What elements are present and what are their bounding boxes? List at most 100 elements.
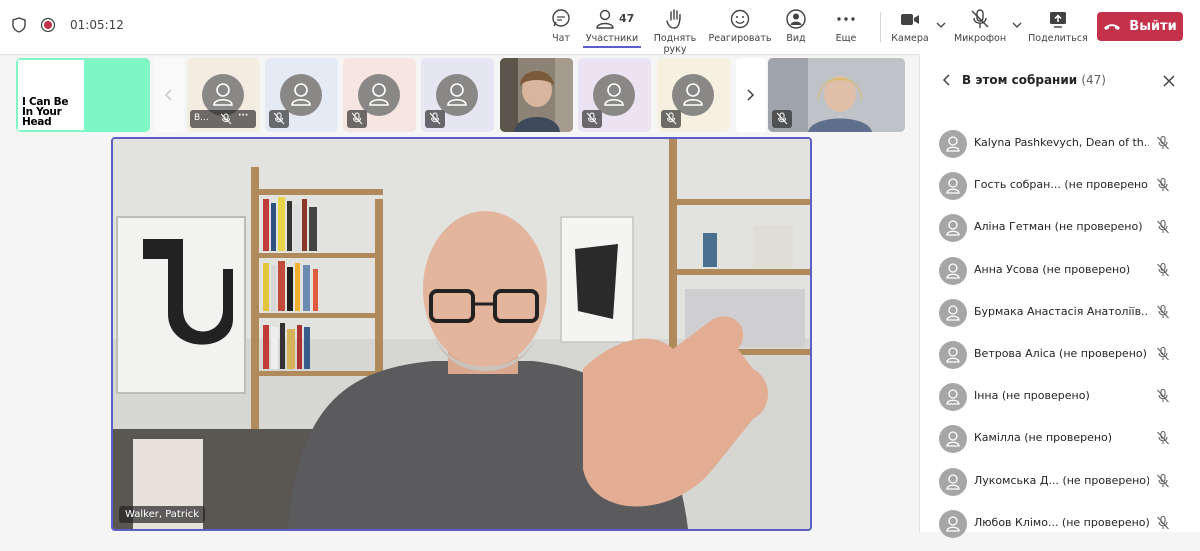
avatar xyxy=(939,340,967,369)
avatar xyxy=(939,383,967,412)
avatar xyxy=(939,298,967,327)
participant-row[interactable]: Kalyna Pashkevych, Dean of th... xyxy=(920,129,1200,171)
participant-name: Лукомська Д... (не проверено) xyxy=(974,473,1149,487)
react-label: Реагировать xyxy=(708,33,772,44)
participant-row[interactable]: Бурмака Анастасія Анатоліїв... xyxy=(920,298,1200,340)
view-icon xyxy=(786,9,806,29)
person-icon xyxy=(946,516,960,532)
main-speaker-video[interactable]: Walker, Patrick xyxy=(111,137,812,531)
participants-label: Участники xyxy=(585,33,639,44)
avatar xyxy=(939,425,967,454)
participant-name: Kalyna Pashkevych, Dean of th... xyxy=(974,136,1149,149)
speaker-name-tag: Walker, Patrick xyxy=(119,506,206,523)
mic-button[interactable]: Микрофон xyxy=(950,8,1010,44)
mic-label: Микрофон xyxy=(953,33,1007,44)
chevron-left-icon xyxy=(164,89,172,101)
camera-label: Камера xyxy=(891,33,929,44)
person-icon xyxy=(946,178,960,194)
smile-icon xyxy=(730,9,750,29)
mic-off-icon xyxy=(1157,304,1169,319)
mic-off-icon xyxy=(1157,135,1169,150)
person-icon xyxy=(946,431,960,447)
recording-icon xyxy=(40,17,56,33)
participant-name: Анна Усова (не проверено) xyxy=(974,262,1131,276)
share-label: Поделиться xyxy=(1028,33,1088,44)
person-icon xyxy=(946,389,960,405)
participant-tile[interactable] xyxy=(657,58,730,132)
leave-button[interactable]: Выйти xyxy=(1097,12,1183,41)
shared-slide: I Can Be In Your Head xyxy=(18,60,84,130)
call-timer: 01:05:12 xyxy=(70,18,124,32)
avatar xyxy=(939,256,967,285)
participants-panel: В этом собрании (47) Kalyna Pashkevych, … xyxy=(919,54,1200,538)
participant-tile[interactable] xyxy=(343,58,416,132)
camera-options-chevron-icon[interactable] xyxy=(936,20,946,30)
shared-content-tile[interactable]: I Can Be In Your Head xyxy=(16,58,150,132)
meeting-status: 01:05:12 xyxy=(12,17,124,33)
shared-slide-text: I Can Be In Your Head xyxy=(22,97,69,128)
avatar xyxy=(939,467,967,496)
tile-name: В... xyxy=(194,113,209,123)
participant-row[interactable]: Анна Усова (не проверено) xyxy=(920,256,1200,298)
participant-name: Бурмака Анастасія Анатоліїв... xyxy=(974,304,1149,318)
participant-tile[interactable]: В... ··· xyxy=(187,58,260,132)
mic-off-icon xyxy=(351,112,363,125)
mic-off-icon xyxy=(1157,220,1169,234)
person-icon xyxy=(946,473,960,490)
participant-row[interactable]: Лукомська Д... (не проверено) xyxy=(920,467,1200,509)
participants-button[interactable]: 47 Участники xyxy=(583,8,641,48)
mic-off-icon xyxy=(1157,473,1169,487)
mic-off-icon xyxy=(1157,262,1169,276)
participant-video xyxy=(500,58,573,132)
participant-count: 47 xyxy=(619,12,635,25)
mic-off-icon xyxy=(586,112,598,125)
mic-off-icon xyxy=(971,9,989,28)
mic-off-icon xyxy=(220,113,232,125)
person-icon xyxy=(596,9,614,29)
participant-row[interactable]: Ветрова Аліса (не проверено) xyxy=(920,340,1200,382)
muted-badge xyxy=(661,110,681,128)
chat-button[interactable]: Чат xyxy=(531,8,591,44)
avatar xyxy=(939,172,967,201)
panel-header: В этом собрании (47) xyxy=(942,73,1106,87)
participant-video-tile[interactable] xyxy=(768,58,905,132)
participant-video-tile[interactable] xyxy=(500,58,573,132)
participant-row[interactable]: Камілла (не проверено) xyxy=(920,424,1200,466)
participant-tile[interactable] xyxy=(265,58,338,132)
meeting-toolbar: 01:05:12 Чат 47 Участники Поднять руку Р… xyxy=(0,0,1200,55)
leave-label: Выйти xyxy=(1129,19,1177,34)
mic-off-icon xyxy=(776,112,788,125)
person-icon xyxy=(946,136,960,152)
share-screen-icon xyxy=(1050,12,1066,28)
avatar xyxy=(939,509,967,538)
participant-row[interactable]: Аліна Гетман (не проверено) xyxy=(920,213,1200,255)
participant-row[interactable]: Любов Клімо... (не проверено) xyxy=(920,509,1200,551)
tile-more-icon[interactable]: ··· xyxy=(238,111,248,121)
close-icon[interactable] xyxy=(1162,74,1176,88)
back-chevron-icon[interactable] xyxy=(942,74,952,86)
participant-row[interactable]: Інна (не проверено) xyxy=(920,382,1200,424)
speaker-video-frame xyxy=(113,139,810,529)
muted-badge xyxy=(425,110,445,128)
participant-tile[interactable] xyxy=(421,58,494,132)
panel-count: (47) xyxy=(1081,73,1106,87)
chat-icon xyxy=(552,9,570,27)
shield-icon xyxy=(12,17,26,33)
camera-button[interactable]: Камера xyxy=(880,8,940,44)
mic-options-chevron-icon[interactable] xyxy=(1012,20,1022,30)
participant-name: Камілла (не проверено) xyxy=(974,431,1113,445)
mic-off-icon xyxy=(665,112,677,125)
participant-name: Ветрова Аліса (не проверено) xyxy=(974,346,1147,360)
participant-row[interactable]: Гость собран... (не проверено) xyxy=(920,171,1200,213)
hand-icon xyxy=(666,9,681,29)
mic-off-icon xyxy=(1157,178,1169,192)
more-button[interactable]: Еще xyxy=(816,8,876,44)
raise-hand-button[interactable]: Поднять руку xyxy=(644,8,706,55)
strip-prev-button[interactable] xyxy=(154,58,184,132)
participant-name: Любов Клімо... (не проверено) xyxy=(974,515,1149,529)
strip-next-button[interactable] xyxy=(736,58,766,132)
react-button[interactable]: Реагировать xyxy=(707,8,773,44)
mic-off-icon xyxy=(1157,515,1169,530)
share-button[interactable]: Поделиться xyxy=(1028,8,1088,44)
participant-tile[interactable] xyxy=(578,58,651,132)
